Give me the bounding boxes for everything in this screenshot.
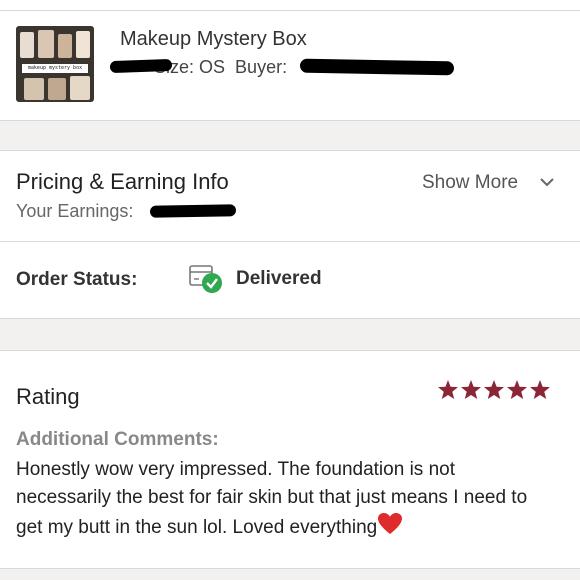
earnings-label: Your Earnings: (16, 201, 134, 221)
rating-stars (438, 380, 550, 399)
star-icon (530, 380, 550, 399)
show-more-link[interactable]: Show More (422, 172, 518, 194)
section-gap (0, 120, 580, 150)
item-title[interactable]: Makeup Mystery Box (120, 28, 307, 51)
redaction-mark (109, 58, 173, 74)
top-divider (0, 10, 580, 11)
additional-comments-text: Honestly wow very impressed. The foundat… (16, 456, 546, 542)
item-buyer-label: Buyer: (235, 57, 288, 77)
thumbnail-caption: makeup mystery box (22, 64, 88, 73)
star-icon (461, 380, 481, 399)
redaction-mark (149, 204, 237, 218)
star-icon (438, 380, 458, 399)
order-status-label: Order Status: (16, 269, 138, 290)
delivered-box-icon (189, 265, 222, 293)
comments-body: Honestly wow very impressed. The foundat… (16, 459, 528, 538)
section-gap (0, 568, 580, 580)
divider (0, 120, 580, 121)
divider (0, 568, 580, 569)
chevron-down-icon[interactable] (539, 176, 555, 188)
divider (0, 150, 580, 151)
star-icon (484, 380, 504, 399)
divider (0, 241, 580, 242)
item-thumbnail[interactable]: makeup mystery box (16, 26, 94, 102)
pricing-heading: Pricing & Earning Info (16, 169, 229, 194)
divider (0, 350, 580, 351)
heart-icon (378, 513, 403, 534)
section-gap (0, 318, 580, 350)
order-status-value: Delivered (236, 268, 322, 289)
divider (0, 318, 580, 319)
redaction-mark (299, 58, 455, 76)
additional-comments-label: Additional Comments: (16, 429, 219, 450)
rating-label: Rating (16, 384, 80, 409)
star-icon (507, 380, 527, 399)
